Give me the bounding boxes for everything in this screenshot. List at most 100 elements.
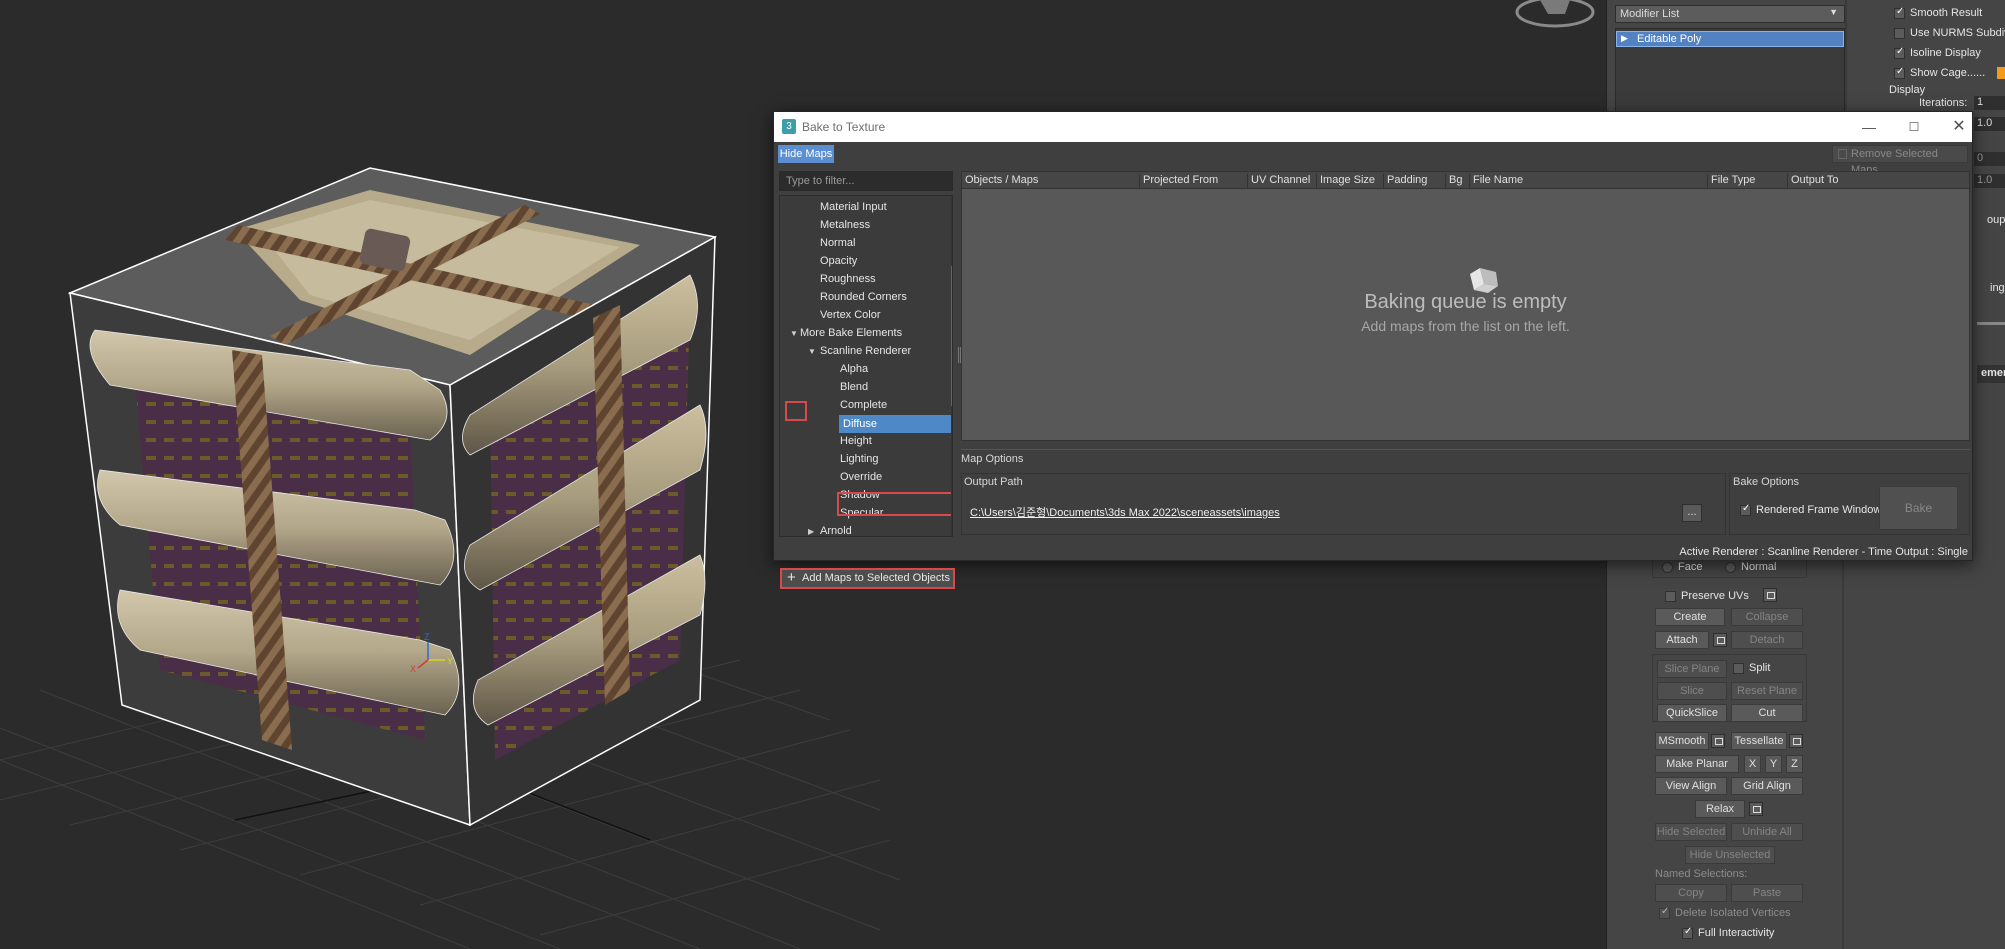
render-iterations-input[interactable]: 0 (1974, 152, 2005, 166)
add-maps-button[interactable]: + Add Maps to Selected Objects (780, 568, 955, 589)
tree-item[interactable]: Vertex Color (820, 306, 881, 324)
tree-item[interactable]: Opacity (820, 252, 857, 270)
map-options-section[interactable]: Map Options (961, 449, 1970, 467)
filter-input[interactable]: Type to filter... (779, 171, 953, 191)
hide-unselected-button[interactable]: Hide Unselected (1685, 846, 1775, 864)
bake-elements-tree[interactable]: Material Input Metalness Normal Opacity Roug… (779, 195, 953, 537)
column-header[interactable]: Objects / Maps (962, 174, 1038, 188)
create-button[interactable]: Create (1655, 608, 1725, 626)
tree-item[interactable]: Scanline Renderer (820, 342, 911, 360)
tree-scrollbar[interactable] (951, 196, 952, 536)
tessellate-button[interactable]: Tessellate (1731, 732, 1787, 750)
output-path-link[interactable]: C:\Users\김준형\Documents\3ds Max 2022\scen… (970, 504, 1280, 520)
viewcube[interactable] (1515, 0, 1595, 28)
relax-button[interactable]: Relax (1695, 800, 1745, 818)
tree-item[interactable]: Arnold (820, 522, 852, 536)
minimize-icon[interactable]: — (1858, 116, 1880, 138)
full-interactivity-checkbox[interactable]: Full Interactivity (1682, 926, 1774, 939)
smoothness-input[interactable]: 1.0 (1974, 117, 2005, 131)
iterations-input[interactable]: 1 (1974, 96, 2005, 110)
grid-align-button[interactable]: Grid Align (1731, 777, 1803, 795)
column-header[interactable]: File Name (1469, 174, 1523, 188)
tree-item[interactable]: Blend (840, 378, 868, 396)
tree-item[interactable]: Height (840, 432, 872, 450)
planar-x-button[interactable]: X (1744, 755, 1761, 773)
column-header[interactable]: Output To (1787, 174, 1839, 188)
smooth-result-checkbox[interactable]: Smooth Result (1894, 6, 1982, 19)
tree-item[interactable]: Alpha (840, 360, 868, 378)
normal-radio[interactable]: Normal (1725, 561, 1776, 573)
use-nurms-checkbox[interactable]: Use NURMS Subdivis (1894, 27, 2005, 39)
column-header[interactable]: File Type (1707, 174, 1755, 188)
bake-button[interactable]: Bake (1879, 486, 1958, 530)
remove-selected-maps-button[interactable]: Remove Selected Maps (1832, 145, 1968, 176)
tree-item[interactable]: Lighting (840, 450, 879, 468)
column-header[interactable]: Bg (1445, 174, 1462, 188)
groups-partial-label: oups (1987, 214, 2005, 226)
planar-z-button[interactable]: Z (1786, 755, 1803, 773)
slice-button[interactable]: Slice (1657, 682, 1727, 700)
attach-settings-button[interactable] (1713, 633, 1727, 647)
browse-button[interactable]: ... (1682, 504, 1702, 522)
bake-queue-table[interactable]: Objects / Maps Projected From UV Channel Im… (961, 171, 1970, 441)
tree-item[interactable]: More Bake Elements (800, 324, 902, 342)
tree-item[interactable]: Complete (840, 396, 887, 414)
column-header[interactable]: UV Channel (1247, 174, 1310, 188)
isoline-display-checkbox[interactable]: Isoline Display (1894, 46, 1981, 59)
unhide-all-button[interactable]: Unhide All (1731, 823, 1803, 841)
preserve-uvs-label: Preserve UVs (1681, 590, 1749, 602)
render-smoothness-input[interactable]: 1.0 (1974, 174, 2005, 188)
show-cage-checkbox[interactable]: Show Cage...... (1894, 66, 1985, 79)
tree-item[interactable]: Normal (820, 234, 855, 252)
expand-arrow-icon[interactable]: ▶ (808, 527, 814, 536)
delete-isolated-checkbox[interactable]: Delete Isolated Vertices (1659, 906, 1791, 919)
tree-item[interactable]: Diffuse (839, 415, 951, 433)
reset-plane-button[interactable]: Reset Plane (1731, 682, 1803, 700)
paste-button[interactable]: Paste (1731, 884, 1803, 902)
msmooth-settings-button[interactable] (1711, 734, 1725, 748)
maximize-icon[interactable]: ☐ (1903, 116, 1925, 138)
collapse-arrow-icon[interactable]: ▼ (790, 329, 798, 338)
slice-plane-button[interactable]: Slice Plane (1657, 660, 1727, 678)
modifier-list-dropdown[interactable]: Modifier List ▼ (1615, 5, 1845, 23)
radio-icon (1662, 561, 1673, 573)
quickslice-button[interactable]: QuickSlice (1657, 704, 1727, 722)
tree-item[interactable]: Material Input (820, 198, 887, 216)
tessellate-settings-button[interactable] (1789, 734, 1803, 748)
normal-label: Normal (1741, 561, 1777, 573)
column-header[interactable]: Image Size (1316, 174, 1375, 188)
rendered-frame-window-checkbox[interactable]: Rendered Frame Window (1740, 503, 1882, 516)
tree-item[interactable]: Override (840, 468, 882, 486)
scroll-thumb[interactable] (951, 266, 952, 406)
tree-item[interactable]: Rounded Corners (820, 288, 907, 306)
face-radio[interactable]: Face (1662, 561, 1702, 573)
tree-item[interactable]: Roughness (820, 270, 876, 288)
tree-item[interactable]: Metalness (820, 216, 870, 234)
cage-color-swatch[interactable] (1997, 67, 2005, 79)
expand-arrow-icon[interactable]: ▶ (1621, 33, 1628, 44)
relax-settings-button[interactable] (1749, 802, 1763, 816)
highlight-diffuse (837, 492, 952, 516)
column-header[interactable]: Projected From (1139, 174, 1218, 188)
collapse-button[interactable]: Collapse (1731, 608, 1803, 626)
cut-button[interactable]: Cut (1731, 704, 1803, 722)
msmooth-button[interactable]: MSmooth (1655, 732, 1709, 750)
make-planar-button[interactable]: Make Planar (1655, 755, 1739, 773)
preserve-uvs-settings-button[interactable] (1763, 588, 1777, 602)
preserve-uvs-checkbox[interactable]: Preserve UVs (1665, 590, 1749, 602)
hide-selected-button[interactable]: Hide Selected (1655, 823, 1727, 841)
column-header[interactable]: Padding (1383, 174, 1427, 188)
attach-button[interactable]: Attach (1655, 631, 1709, 649)
detach-button[interactable]: Detach (1731, 631, 1803, 649)
planar-y-button[interactable]: Y (1765, 755, 1782, 773)
stack-item-label: Editable Poly (1637, 33, 1702, 45)
rollout-header[interactable]: emen (1977, 365, 2005, 383)
stack-item-editable-poly[interactable]: ▶ Editable Poly (1616, 31, 1844, 47)
close-icon[interactable]: ✕ (1948, 116, 1970, 138)
copy-button[interactable]: Copy (1655, 884, 1727, 902)
rendered-frame-window-label: Rendered Frame Window (1756, 504, 1882, 516)
view-align-button[interactable]: View Align (1655, 777, 1727, 795)
split-checkbox[interactable]: Split (1733, 662, 1770, 674)
dialog-title-bar[interactable]: 3 Bake to Texture — ☐ ✕ (774, 112, 1972, 142)
collapse-arrow-icon[interactable]: ▼ (808, 347, 816, 356)
